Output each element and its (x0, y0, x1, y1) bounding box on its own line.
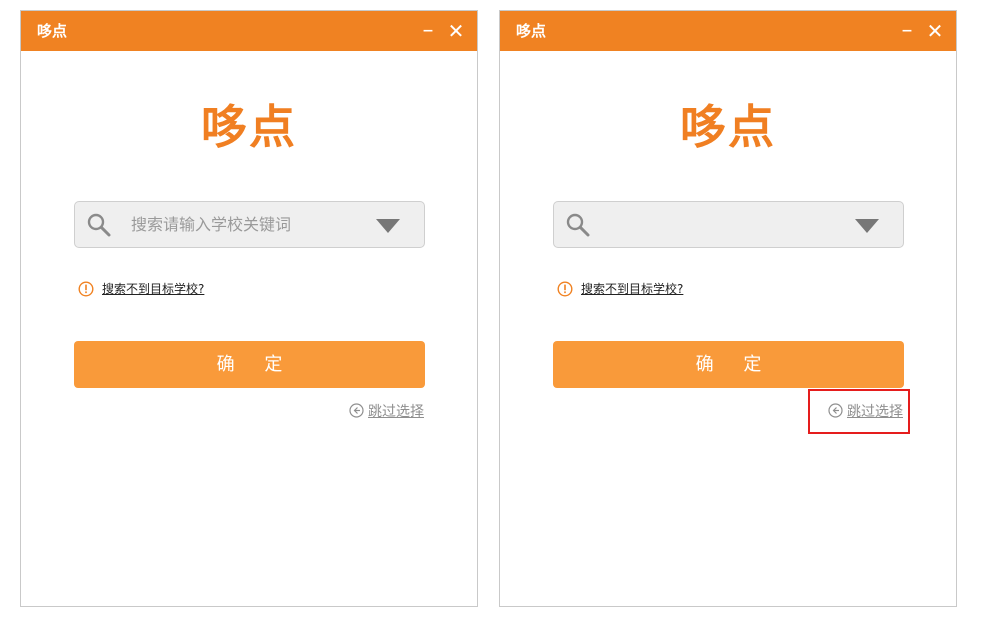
skip-selection-row[interactable]: 跳过选择 (349, 401, 424, 421)
school-search-input[interactable] (131, 202, 371, 247)
skip-selection-link[interactable]: 跳过选择 (847, 404, 903, 420)
window-title: 哆点 (37, 22, 68, 40)
skip-selection-link[interactable]: 跳过选择 (368, 404, 424, 420)
dropdown-triangle-icon[interactable] (855, 219, 879, 233)
school-search-box[interactable] (553, 201, 904, 248)
search-icon (566, 213, 590, 237)
app-logo: 哆点 (680, 100, 776, 154)
warning-circle-icon (78, 281, 94, 297)
school-not-found-link[interactable]: 搜索不到目标学校? (102, 279, 204, 299)
title-bar[interactable]: 哆点 – ✕ (21, 11, 477, 51)
close-button[interactable]: ✕ (445, 19, 467, 43)
login-window-right: 哆点 – ✕ 哆点 搜索不到目标学校? 确 定 跳过选择 (499, 10, 957, 607)
school-not-found-link[interactable]: 搜索不到目标学校? (581, 279, 683, 299)
search-icon (87, 213, 111, 237)
school-search-input[interactable] (610, 202, 850, 247)
title-bar[interactable]: 哆点 – ✕ (500, 11, 956, 51)
school-search-box[interactable] (74, 201, 425, 248)
warning-circle-icon (557, 281, 573, 297)
back-arrow-circle-icon (349, 402, 364, 418)
confirm-button[interactable]: 确 定 (553, 341, 904, 388)
dropdown-triangle-icon[interactable] (376, 219, 400, 233)
skip-selection-row[interactable]: 跳过选择 (828, 401, 903, 421)
minimize-button[interactable]: – (417, 19, 439, 43)
app-logo: 哆点 (201, 100, 297, 154)
close-button[interactable]: ✕ (924, 19, 946, 43)
back-arrow-circle-icon (828, 402, 843, 418)
confirm-button[interactable]: 确 定 (74, 341, 425, 388)
minimize-button[interactable]: – (896, 19, 918, 43)
login-window-left: 哆点 – ✕ 哆点 搜索不到目标学校? 确 定 跳过选择 (20, 10, 478, 607)
window-title: 哆点 (516, 22, 547, 40)
